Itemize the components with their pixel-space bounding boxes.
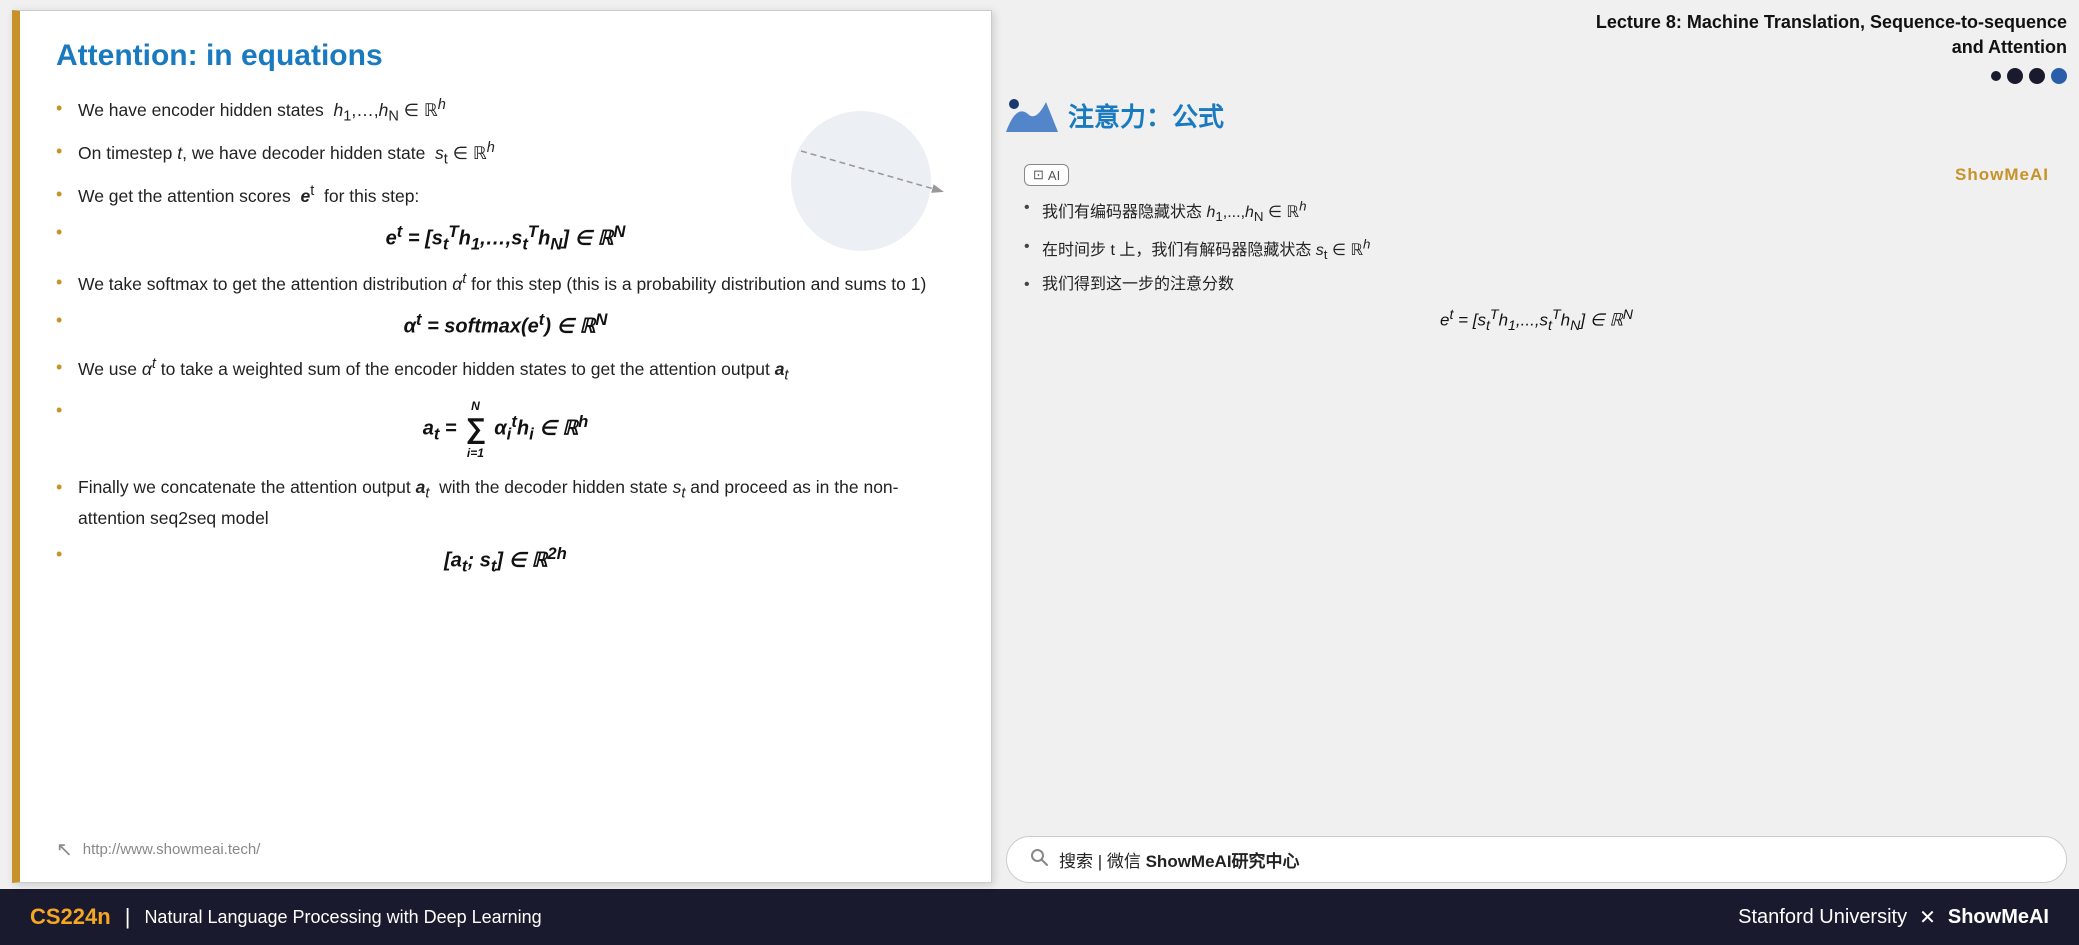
list-item: We use αt to take a weighted sum of the … <box>56 354 955 387</box>
formula-item: et = [stTh1,…,stThN] ∈ ℝN <box>56 219 955 257</box>
math-formula-1: et = [stTh1,…,stThN] ∈ ℝN <box>56 219 955 257</box>
list-item: We take softmax to get the attention dis… <box>56 269 955 297</box>
ai-icon: ⊡ <box>1033 167 1044 183</box>
cn-content-box: ⊡ AI ShowMeAI 我们有编码器隐藏状态 h1,...,hN ∈ ℝh … <box>1006 150 2067 826</box>
cn-formula: et = [stTh1,...,stThN] ∈ ℝN <box>1024 307 2049 334</box>
lecture-title-line1: Lecture 8: Machine Translation, Sequence… <box>1006 10 2067 35</box>
lecture-title-line2: and Attention <box>1006 35 2067 60</box>
dot-2 <box>2007 68 2023 84</box>
bottom-right: Stanford University ✕ ShowMeAI <box>1738 905 2049 930</box>
math-formula-3: at = N ∑ i=1 αithi ∈ ℝh <box>56 397 955 462</box>
ai-label: AI <box>1048 168 1060 183</box>
right-panel: Lecture 8: Machine Translation, Sequence… <box>1006 10 2067 883</box>
cn-title-text: 注意力：公式 <box>1068 97 1224 134</box>
formula-item: at = N ∑ i=1 αithi ∈ ℝh <box>56 397 955 462</box>
search-bar[interactable]: 搜索 | 微信 ShowMeAI研究中心 <box>1006 836 2067 883</box>
list-item: On timestep t, we have decoder hidden st… <box>56 138 955 171</box>
bottom-left: CS224n | Natural Language Processing wit… <box>30 904 542 930</box>
footer-subtitle: Natural Language Processing with Deep Le… <box>144 907 541 928</box>
dot-4 <box>2051 68 2067 84</box>
dot-1 <box>1991 71 2001 81</box>
cn-section-icon <box>1006 94 1058 136</box>
search-placeholder: 搜索 | 微信 ShowMeAI研究中心 <box>1059 847 1300 872</box>
x-separator: ✕ <box>1919 905 1936 930</box>
math-formula-2: αt = softmax(et) ∈ ℝN <box>56 307 955 342</box>
cursor-icon: ↖ <box>56 837 73 862</box>
list-item: We have encoder hidden states h1,…,hN ∈ … <box>56 95 955 128</box>
bullet-list: We have encoder hidden states h1,…,hN ∈ … <box>56 95 955 827</box>
list-item: We get the attention scores et for this … <box>56 181 955 209</box>
chinese-title-row: 注意力：公式 <box>1006 94 2067 136</box>
lecture-header: Lecture 8: Machine Translation, Sequence… <box>1006 10 2067 84</box>
showmeai-badge: ShowMeAI <box>1955 165 2049 185</box>
lecture-dots <box>1006 68 2067 84</box>
math-formula-4: [at; st] ∈ ℝ2h <box>56 541 955 579</box>
formula-item: αt = softmax(et) ∈ ℝN <box>56 307 955 342</box>
lecture-title-block: Lecture 8: Machine Translation, Sequence… <box>1006 10 2067 60</box>
cn-box-header: ⊡ AI ShowMeAI <box>1024 164 2049 186</box>
slide-title: Attention: in equations <box>56 39 955 73</box>
list-item: Finally we concatenate the attention out… <box>56 474 955 532</box>
footer-divider: | <box>125 904 131 930</box>
ai-badge: ⊡ AI <box>1024 164 1069 186</box>
dot-3 <box>2029 68 2045 84</box>
cn-list-item: 我们得到这一步的注意分数 <box>1024 273 2049 297</box>
cs224n-label: CS224n <box>30 904 111 930</box>
stanford-label: Stanford University <box>1738 906 1907 929</box>
slide-footer: ↖ http://www.showmeai.tech/ <box>56 837 955 862</box>
footer-url: http://www.showmeai.tech/ <box>83 841 261 858</box>
formula-item: [at; st] ∈ ℝ2h <box>56 541 955 579</box>
slide-panel: Attention: in equations We have encoder … <box>12 10 992 883</box>
bottom-bar: CS224n | Natural Language Processing wit… <box>0 889 2079 945</box>
cn-bullet-list: 我们有编码器隐藏状态 h1,...,hN ∈ ℝh 在时间步 t 上，我们有解码… <box>1024 196 2049 297</box>
showmeai-label: ShowMeAI <box>1948 906 2049 929</box>
cn-list-item: 我们有编码器隐藏状态 h1,...,hN ∈ ℝh <box>1024 196 2049 227</box>
cn-list-item: 在时间步 t 上，我们有解码器隐藏状态 st ∈ ℝh <box>1024 235 2049 266</box>
search-icon <box>1029 847 1049 872</box>
